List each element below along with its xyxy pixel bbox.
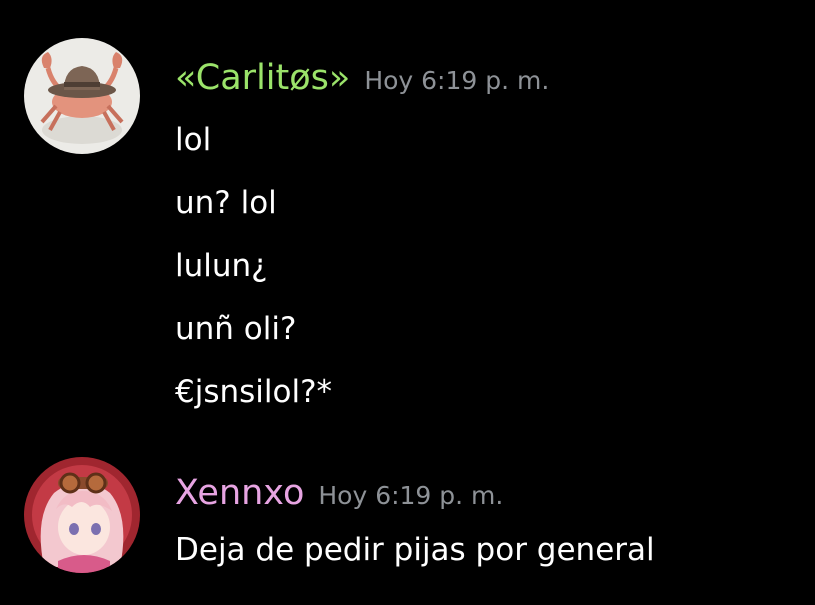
timestamp: Hoy 6:19 p. m. <box>318 481 504 510</box>
message-header: Xennxo Hoy 6:19 p. m. <box>175 469 503 517</box>
anime-girl-with-goggles-icon <box>24 457 140 573</box>
message-text: un? lol <box>175 185 277 221</box>
message-text: lulun¿ <box>175 248 268 284</box>
timestamp: Hoy 6:19 p. m. <box>364 66 550 95</box>
message-text: €jsnsilol?* <box>175 374 333 410</box>
crab-with-cowboy-hat-icon <box>24 38 140 154</box>
message-lines: Deja de pedir pijas por general <box>175 527 655 590</box>
username[interactable]: «Carlitøs» <box>175 58 350 98</box>
message-lines: lol un? lol lulun¿ unñ oli? €jsnsilol?* <box>175 117 332 432</box>
avatar[interactable] <box>24 38 140 154</box>
username[interactable]: Xennxo <box>175 473 304 513</box>
message-text: Deja de pedir pijas por general <box>175 532 655 568</box>
message-text: unñ oli? <box>175 311 297 347</box>
avatar[interactable] <box>24 457 140 573</box>
message-text: lol <box>175 122 212 158</box>
message-header: «Carlitøs» Hoy 6:19 p. m. <box>175 54 549 102</box>
